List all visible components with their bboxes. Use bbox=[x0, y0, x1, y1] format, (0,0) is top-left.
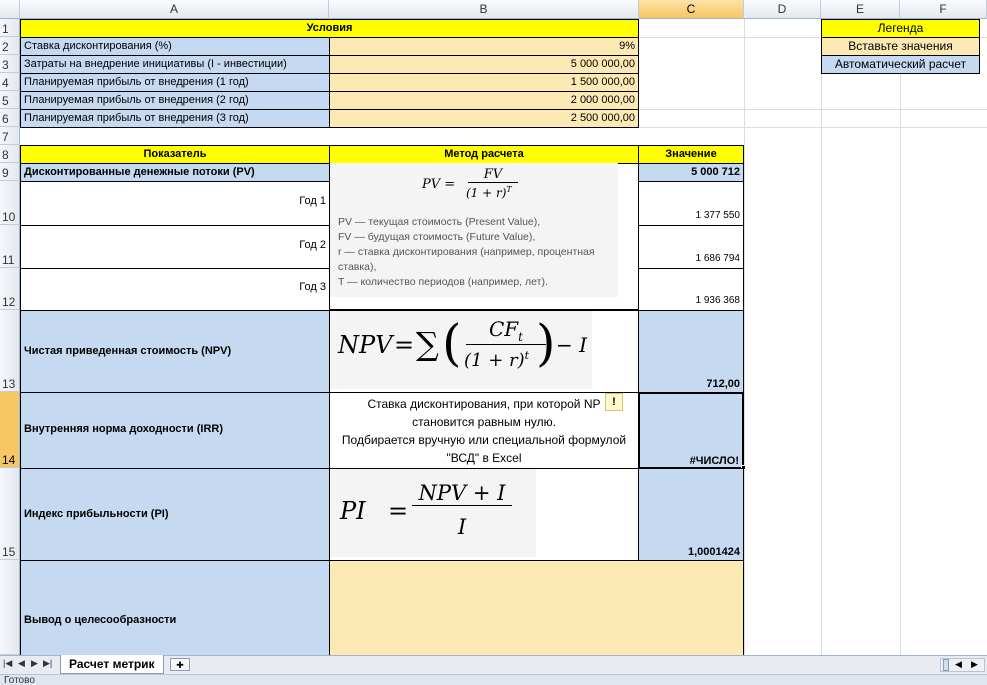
pv-value[interactable]: 5 000 712 bbox=[638, 163, 744, 182]
left-paren-icon: ( bbox=[442, 314, 462, 372]
condition-value-year3[interactable]: 2 500 000,00 bbox=[329, 109, 639, 128]
header-method[interactable]: Метод расчета bbox=[329, 145, 639, 164]
condition-value-year2[interactable]: 2 000 000,00 bbox=[329, 91, 639, 110]
irr-method-cell[interactable]: Ставка дисконтирования, при которой NP с… bbox=[329, 392, 639, 469]
pi-formula-denominator: I bbox=[457, 515, 467, 539]
npv-formula-lhs: NPV bbox=[338, 331, 393, 359]
pi-formula-lhs: PI bbox=[340, 497, 366, 525]
npv-formula-tail: − I bbox=[556, 333, 588, 357]
next-sheet-icon[interactable]: ▶ bbox=[31, 658, 38, 669]
row-header-16: 16 bbox=[0, 560, 20, 655]
condition-label-year1[interactable]: Планируемая прибыль от внедрения (1 год) bbox=[20, 73, 330, 92]
year1-value[interactable]: 1 377 550 bbox=[638, 181, 744, 226]
column-header-e[interactable]: E bbox=[821, 0, 900, 19]
irr-method-line-2: становится равным нулю. bbox=[412, 415, 556, 429]
pv-formula-denominator: (1 + r)T bbox=[466, 185, 512, 200]
row-header-3[interactable]: 3 bbox=[0, 55, 20, 73]
row-header-14[interactable]: 14 bbox=[0, 392, 20, 468]
sigma-icon: ∑ bbox=[416, 325, 439, 363]
npv-formula-eq: = bbox=[394, 331, 415, 359]
column-header-d[interactable]: D bbox=[744, 0, 821, 19]
pi-formula-eq: = bbox=[388, 497, 409, 525]
row-header-6[interactable]: 6 bbox=[0, 109, 20, 127]
header-value[interactable]: Значение bbox=[638, 145, 744, 164]
pv-formula-notes: PV — текущая стоимость (Present Value), … bbox=[338, 216, 595, 288]
row-header-4[interactable]: 4 bbox=[0, 73, 20, 91]
column-header-c[interactable]: C bbox=[639, 0, 744, 19]
irr-label[interactable]: Внутренняя норма доходности (IRR) bbox=[20, 392, 330, 469]
year3-value[interactable]: 1 936 368 bbox=[638, 268, 744, 311]
row-header-2[interactable]: 2 bbox=[0, 37, 20, 55]
last-sheet-icon[interactable]: ▶| bbox=[43, 658, 52, 669]
row-header-15[interactable]: 15 bbox=[0, 468, 20, 560]
row-header-9[interactable]: 9 bbox=[0, 163, 20, 181]
scroll-thumb-icon[interactable] bbox=[943, 659, 949, 671]
legend-auto-calc[interactable]: Автоматический расчет bbox=[821, 55, 980, 74]
scroll-left-icon[interactable]: ◀ bbox=[955, 659, 962, 670]
condition-label-year3[interactable]: Планируемая прибыль от внедрения (3 год) bbox=[20, 109, 330, 128]
row-header-11[interactable]: 11 bbox=[0, 225, 20, 268]
legend-title[interactable]: Легенда bbox=[821, 19, 980, 38]
irr-value[interactable]: #ЧИСЛО! bbox=[638, 392, 744, 469]
pv-formula-numerator: FV bbox=[468, 167, 518, 183]
column-header-f[interactable]: F bbox=[900, 0, 987, 19]
row-header-12[interactable]: 12 bbox=[0, 268, 20, 310]
warning-icon[interactable]: ! bbox=[605, 393, 623, 411]
pi-formula-image[interactable]: PI = NPV + I I bbox=[330, 469, 536, 557]
header-indicator[interactable]: Показатель bbox=[20, 145, 330, 164]
condition-value-investment[interactable]: 5 000 000,00 bbox=[329, 55, 639, 74]
condition-label-investment[interactable]: Затраты на внедрение инициативы (I - инв… bbox=[20, 55, 330, 74]
conditions-header[interactable]: Условия bbox=[20, 19, 639, 38]
npv-formula-denominator: (1 + r)t bbox=[464, 349, 530, 371]
npv-formula-image[interactable]: NPV = ∑ ( CFt (1 + r)t ) − I bbox=[330, 311, 592, 389]
sheet-tab-bar: |◀ ◀ ▶ ▶| Расчет метрик ✚ ◀ ▶ bbox=[0, 655, 987, 674]
npv-value[interactable]: 712,00 bbox=[638, 310, 744, 393]
irr-method-line-3: Подбирается вручную или специальной форм… bbox=[341, 433, 627, 447]
npv-formula-numerator: CFt bbox=[466, 317, 546, 345]
irr-method-line-4: "ВСД" в Excel bbox=[446, 451, 522, 465]
year3-label[interactable]: Год 3 bbox=[20, 268, 330, 311]
new-sheet-icon[interactable]: ✚ bbox=[170, 658, 190, 671]
sheet-tab-active[interactable]: Расчет метрик bbox=[60, 655, 164, 674]
row-header-10[interactable]: 10 bbox=[0, 181, 20, 225]
npv-label[interactable]: Чистая приведенная стоимость (NPV) bbox=[20, 310, 330, 393]
condition-value-rate[interactable]: 9% bbox=[329, 37, 639, 56]
pi-value[interactable]: 1,0001424 bbox=[638, 468, 744, 561]
year2-value[interactable]: 1 686 794 bbox=[638, 225, 744, 269]
row-header-8[interactable]: 8 bbox=[0, 145, 20, 163]
condition-label-rate[interactable]: Ставка дисконтирования (%) bbox=[20, 37, 330, 56]
year2-label[interactable]: Год 2 bbox=[20, 225, 330, 269]
prev-sheet-icon[interactable]: ◀ bbox=[18, 658, 25, 669]
row-header-7[interactable]: 7 bbox=[0, 127, 20, 145]
select-all-corner[interactable] bbox=[0, 0, 20, 19]
row-header-1[interactable]: 1 bbox=[0, 19, 20, 37]
pv-formula-lhs: PV = bbox=[422, 177, 456, 192]
horizontal-scrollbar[interactable]: ◀ ▶ bbox=[940, 658, 985, 672]
pv-label[interactable]: Дисконтированные денежные потоки (PV) bbox=[20, 163, 330, 182]
pi-formula-numerator: NPV + I bbox=[412, 481, 512, 506]
legend-input-values[interactable]: Вставьте значения bbox=[821, 37, 980, 56]
pi-label[interactable]: Индекс прибыльности (PI) bbox=[20, 468, 330, 561]
status-bar: Готово bbox=[0, 674, 987, 685]
row-header-5[interactable]: 5 bbox=[0, 91, 20, 109]
row-header-13[interactable]: 13 bbox=[0, 310, 20, 392]
condition-label-year2[interactable]: Планируемая прибыль от внедрения (2 год) bbox=[20, 91, 330, 110]
conclusion-label[interactable]: Вывод о целесообразности bbox=[20, 560, 330, 657]
irr-method-line-1: Ставка дисконтирования, при которой NP bbox=[367, 397, 601, 411]
year1-label[interactable]: Год 1 bbox=[20, 181, 330, 226]
pv-formula-image[interactable]: PV = FV (1 + r)T PV — текущая стоимость … bbox=[330, 163, 618, 297]
first-sheet-icon[interactable]: |◀ bbox=[3, 658, 12, 669]
right-paren-icon: ) bbox=[536, 314, 556, 372]
condition-value-year1[interactable]: 1 500 000,00 bbox=[329, 73, 639, 92]
scroll-right-icon[interactable]: ▶ bbox=[971, 659, 978, 670]
column-header-a[interactable]: A bbox=[20, 0, 329, 19]
conclusion-value[interactable] bbox=[329, 560, 744, 657]
column-header-b[interactable]: B bbox=[329, 0, 639, 19]
